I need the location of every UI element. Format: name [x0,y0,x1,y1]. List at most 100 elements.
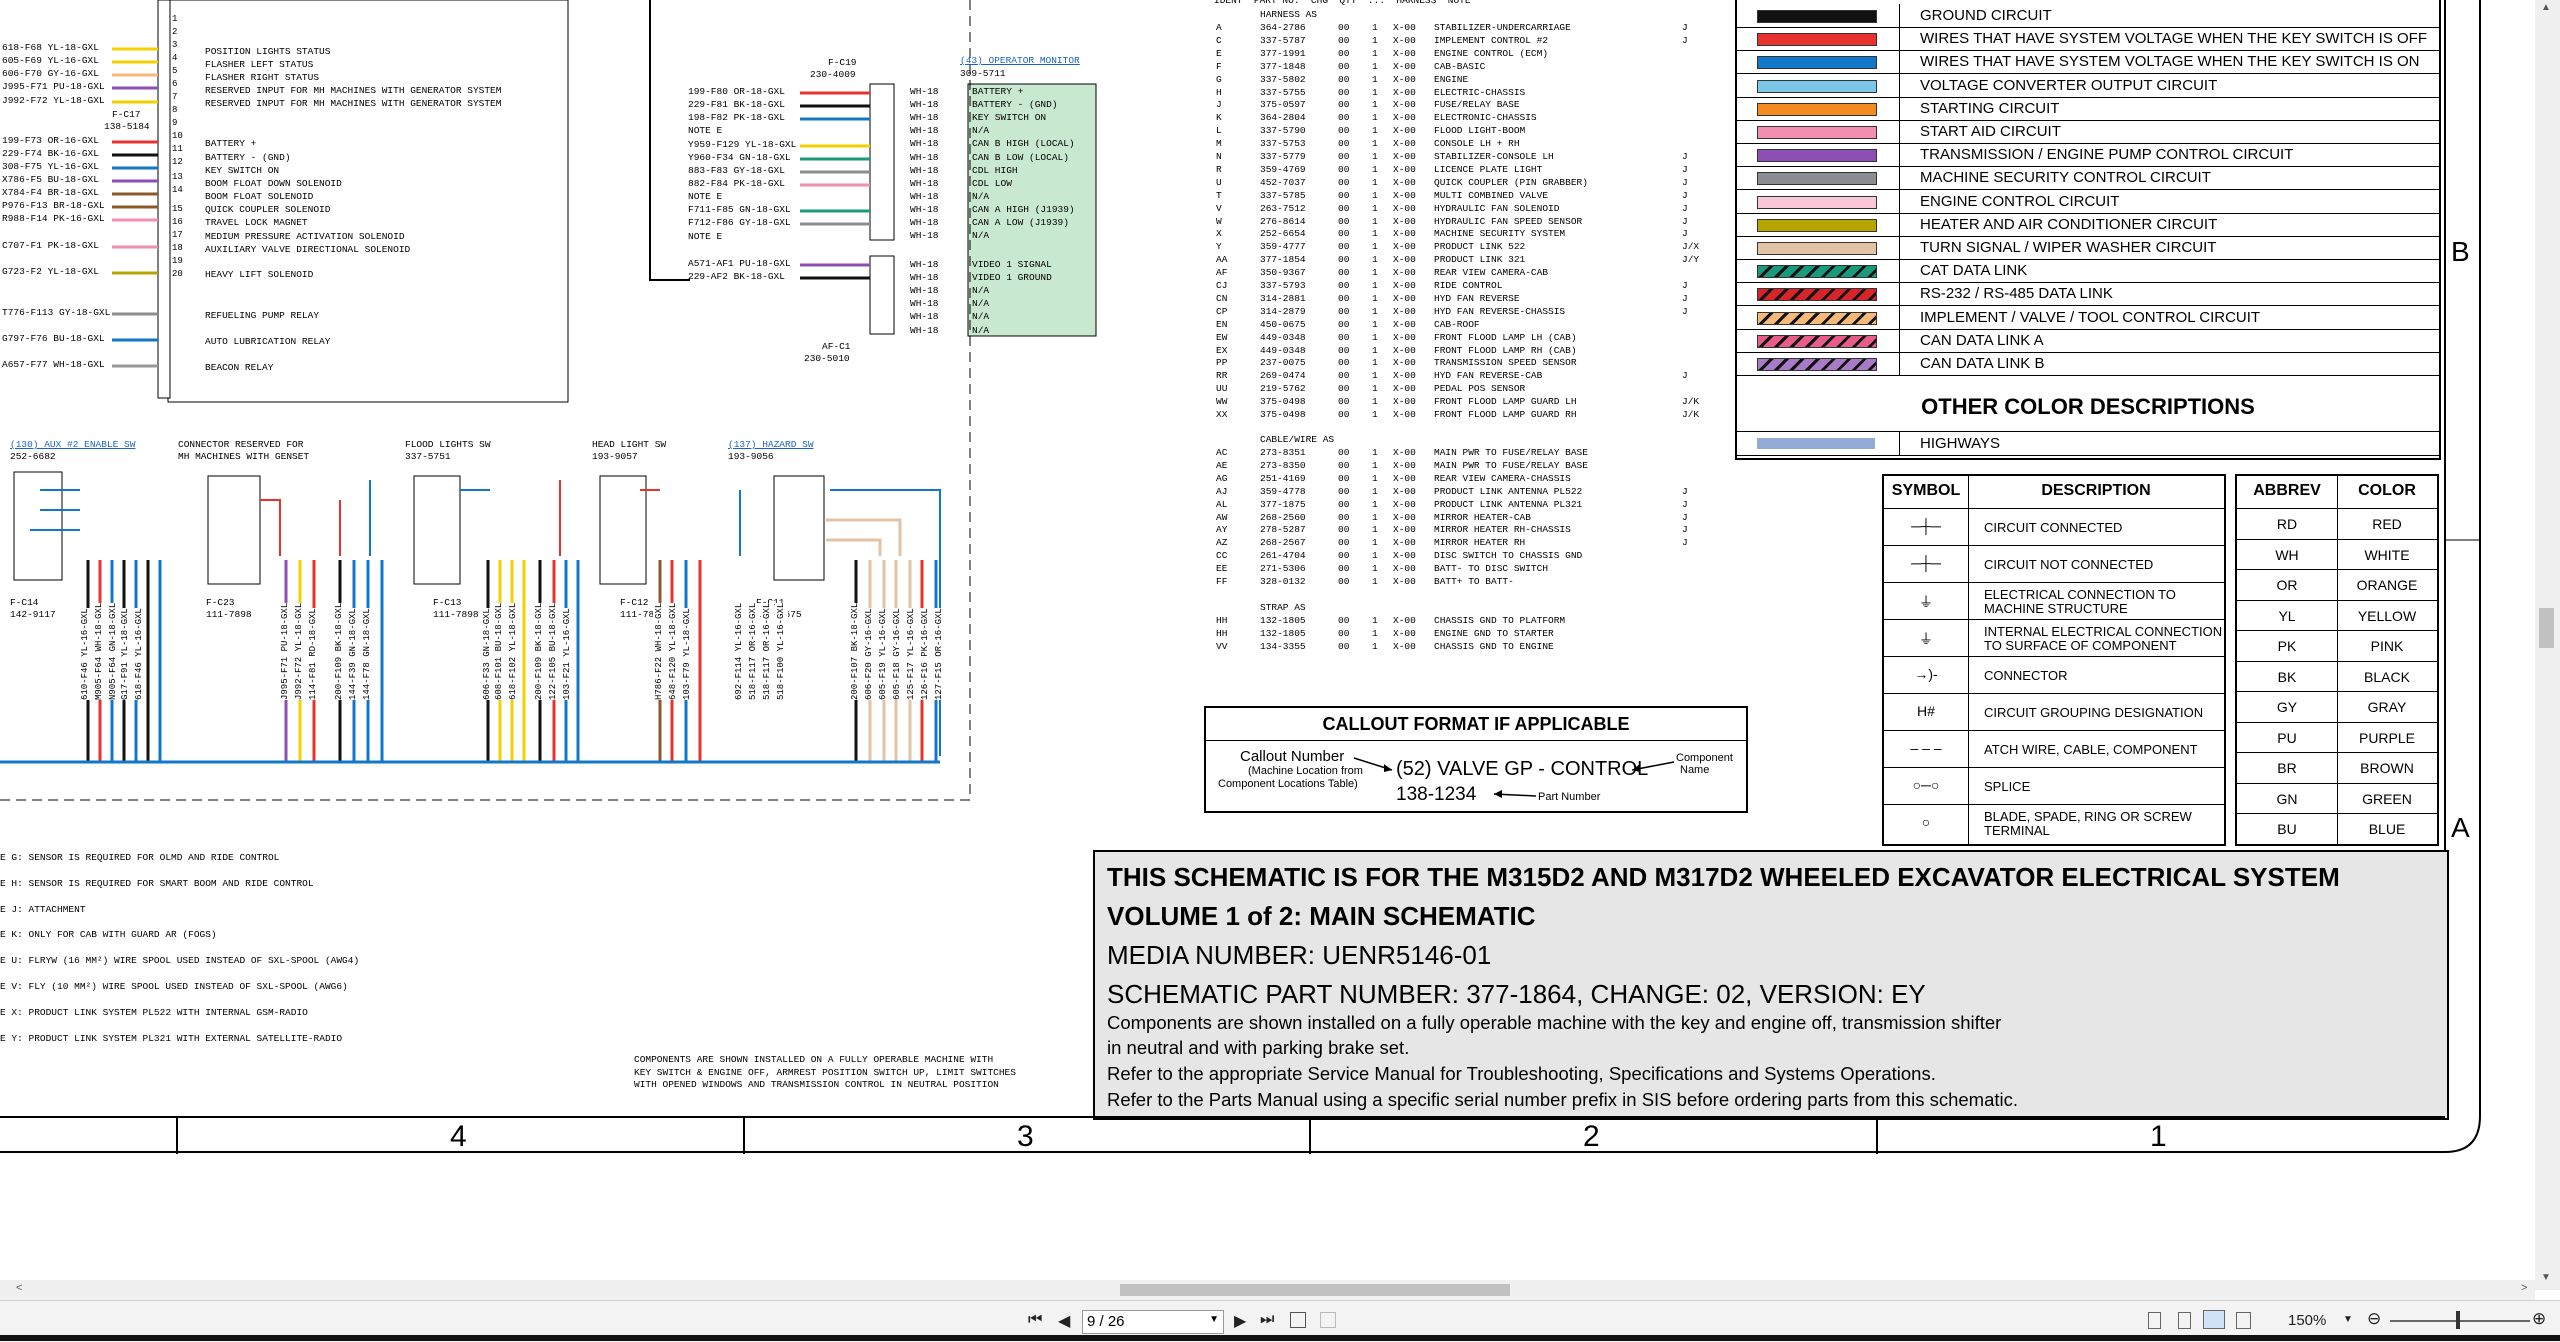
harness-ident: Y [1216,241,1222,253]
harness-change: 00 [1338,447,1350,458]
legend-label: HEATER AND AIR CONDITIONER CIRCUIT [1920,215,2218,233]
horizontal-scroll-thumb[interactable] [1120,1284,1510,1296]
monitor-pin-label: CAN B LOW (LOCAL) [972,151,1069,163]
scroll-up-icon[interactable]: ▲ [2541,2,2551,13]
harness-qty: 1 [1372,86,1378,98]
monitor-wire-label: 229-F81 BK-18-GXL [688,99,785,110]
harness-ident: XX [1216,409,1228,420]
pin-number: 2 [172,27,178,37]
harness-ident: EW [1216,331,1228,343]
scroll-left-icon[interactable]: < [16,1282,22,1294]
harness-change: 00 [1338,241,1350,253]
harness-version: X-00 [1393,576,1416,587]
legend-label: RS-232 / RS-485 DATA LINK [1920,285,2113,303]
harness-description: ENGINE CONTROL (ECM) [1434,47,1549,59]
harness-qty: 1 [1372,344,1378,356]
harness-qty: 1 [1372,305,1378,317]
monitor-pin-wire: WH-18 [910,324,939,336]
vertical-wire-label: 144-F39 GN-18-GXL [347,608,360,700]
zoom-slider-thumb[interactable] [2456,1311,2460,1329]
next-page-button[interactable]: ▶ [1234,1311,1246,1331]
vertical-scroll-thumb[interactable] [2539,608,2554,648]
vertical-wire-label: 200-F109 BK-18-GXL [533,602,546,700]
two-page-view-icon[interactable] [2203,1310,2225,1329]
harness-version: X-00 [1393,331,1416,343]
harness-description: ELECTRIC-CHASSIS [1434,86,1526,98]
fit-page-icon[interactable] [2236,1312,2251,1329]
color-header: COLOR [2358,482,2416,499]
legend-swatch [1757,195,1877,209]
monitor-wire-label: 198-F82 PK-18-GXL [688,112,785,123]
page-number-input[interactable]: 9 / 26 ▼ [1082,1310,1224,1334]
zoom-level[interactable]: 150% [2288,1312,2326,1329]
chevron-down-icon[interactable]: ▼ [1209,1314,1219,1325]
scroll-right-icon[interactable]: > [2521,1282,2527,1294]
vertical-wire-label: G17-F91 YL-18-GXL [119,608,132,700]
last-page-button[interactable]: ⏭ [1260,1311,1274,1329]
harness-change: 00 [1338,627,1350,639]
legend-row: WIRES THAT HAVE SYSTEM VOLTAGE WHEN THE … [1737,50,2439,75]
zoom-out-icon[interactable]: ⊖ [2367,1309,2381,1329]
vertical-scrollbar[interactable]: ▲ ▼ [2535,0,2560,1290]
monitor-afc-part: 230-5010 [804,353,850,364]
harness-description: RIDE CONTROL [1434,280,1503,291]
schematic-page: GROUND CIRCUIT WIRES THAT HAVE SYSTEM VOL… [0,0,2535,1290]
harness-change: 00 [1338,305,1350,317]
schematic-note: E Y: PRODUCT LINK SYSTEM PL321 WITH EXTE… [0,1032,343,1044]
harness-version: X-00 [1393,176,1416,188]
left-wire-label: 618-F68 YL-18-GXL [2,42,99,53]
legend-label: ENGINE CONTROL CIRCUIT [1920,192,2120,210]
pin-number: 19 [172,256,183,266]
legend-label: START AID CIRCUIT [1920,123,2061,140]
scroll-down-icon[interactable]: ▼ [2541,1272,2551,1283]
harness-description: LICENCE PLATE LIGHT [1434,163,1543,175]
prev-page-button[interactable]: ◀ [1058,1311,1070,1331]
harness-qty: 1 [1372,627,1378,639]
harness-note: J [1682,34,1688,46]
abbrev-code: PU [2277,729,2297,746]
legend-label: IMPLEMENT / VALVE / TOOL CONTROL CIRCUIT [1920,308,2261,326]
monitor-pin-label: CAN A HIGH (J1939) [972,203,1075,215]
continuous-view-icon[interactable] [2178,1312,2191,1329]
left-pin-description: RESERVED INPUT FOR MH MACHINES WITH GENE… [205,85,502,96]
vertical-wire-label: 618-F46 YL-16-GXL [133,608,146,700]
harness-qty: 1 [1372,576,1378,587]
harness-part-no: 375-0597 [1260,99,1306,111]
monitor-pin-label: BATTERY + [972,86,1024,97]
legend-row: STARTING CIRCUIT [1737,96,2439,121]
harness-part-no: 350-9367 [1260,267,1306,279]
zoom-menu-chevron-icon[interactable]: ▼ [2343,1314,2353,1325]
monitor-pin-wire: WH-18 [910,151,939,163]
harness-change: 00 [1338,537,1350,549]
harness-change: 00 [1338,189,1350,201]
zoom-slider[interactable] [2390,1320,2530,1322]
monitor-pin-wire: WH-18 [910,125,939,137]
harness-part-no: 132-1805 [1260,615,1306,626]
pin-number: 13 [172,172,183,182]
zoom-in-icon[interactable]: ⊕ [2532,1309,2546,1329]
harness-change: 00 [1338,22,1350,33]
hazard-switch [773,475,825,581]
horizontal-scrollbar[interactable]: < > [0,1280,2535,1300]
harness-change: 00 [1338,383,1350,395]
harness-note: J [1682,292,1688,304]
copy-icon[interactable] [1290,1312,1306,1328]
legend-label: GROUND CIRCUIT [1920,7,2052,24]
pin-number: 18 [172,243,183,253]
single-page-view-icon[interactable] [2148,1312,2161,1329]
first-page-button[interactable]: ⏮ [1028,1311,1042,1329]
left-pin-description: REFUELING PUMP RELAY [205,310,320,321]
copy-disabled-icon[interactable] [1320,1312,1336,1328]
left-pin-description: BATTERY - (GND) [205,152,291,163]
abbrev-code: BR [2277,760,2297,776]
legend-label: WIRES THAT HAVE SYSTEM VOLTAGE WHEN THE … [1920,53,2420,71]
abbrev-color: BLUE [2368,821,2406,837]
harness-part-no: 278-5287 [1260,524,1306,536]
harness-ident: E [1216,47,1222,59]
harness-change: 00 [1338,267,1350,279]
harness-description: TRANSMISSION SPEED SENSOR [1434,357,1577,369]
harness-qty: 1 [1372,202,1378,214]
symbol-description: CONNECTOR [1984,668,2068,683]
harness-qty: 1 [1372,331,1378,343]
harness-description: CHASSIS GND TO PLATFORM [1434,615,1566,626]
